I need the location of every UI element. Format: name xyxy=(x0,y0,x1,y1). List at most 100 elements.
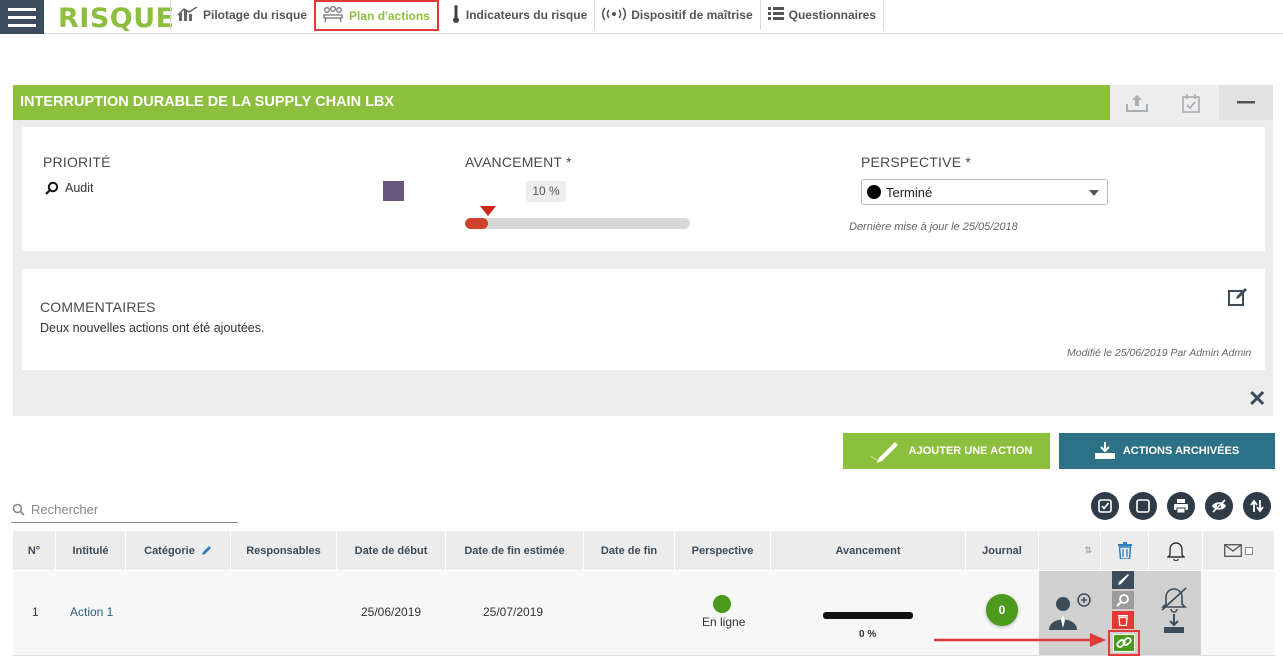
trash-icon xyxy=(1118,615,1128,626)
tab-label: Questionnaires xyxy=(788,8,876,22)
email-checkbox[interactable] xyxy=(1245,546,1253,555)
comments-modified: Modifié le 25/06/2019 Par Admin Admin xyxy=(1067,347,1252,359)
bell-icon xyxy=(1166,541,1185,561)
link-row-button[interactable] xyxy=(1113,634,1135,652)
add-user-icon xyxy=(1049,593,1091,630)
col-owners[interactable]: Responsables xyxy=(231,531,337,570)
checkbox-checked-icon xyxy=(1098,499,1112,513)
row-progress-value: 0 % xyxy=(859,629,877,640)
tab-label: Dispositif de maîtrise xyxy=(631,8,753,22)
row-start-date: 25/06/2019 xyxy=(361,605,422,619)
archived-actions-button[interactable]: ACTIONS ARCHIVÉES xyxy=(1059,433,1275,469)
upload-icon xyxy=(1126,94,1148,112)
progress-value: 10 % xyxy=(526,181,566,202)
col-journal[interactable]: Journal xyxy=(966,531,1039,570)
col-category[interactable]: Catégorie xyxy=(126,531,231,570)
progress-slider[interactable] xyxy=(465,218,690,229)
collapse-button[interactable] xyxy=(1219,85,1273,120)
app-brand: RISQUE xyxy=(58,3,175,34)
col-email[interactable] xyxy=(1203,531,1275,570)
eye-slash-icon xyxy=(1212,499,1226,513)
export-button[interactable] xyxy=(1110,85,1164,120)
row-num: 1 xyxy=(32,605,39,619)
col-estimated-end-date[interactable]: Date de fin estimée xyxy=(446,531,584,570)
progress-label: AVANCEMENT * xyxy=(465,154,572,170)
actions-table-header: N° Intitulé Catégorie Responsables Date … xyxy=(13,531,1275,570)
row-title-link[interactable]: Action 1 xyxy=(70,605,113,619)
col-perspective[interactable]: Perspective xyxy=(675,531,771,570)
col-progress[interactable]: Avancement xyxy=(771,531,966,570)
perspective-status-dot xyxy=(713,595,731,613)
tab-label: Indicateurs du risque xyxy=(465,8,588,22)
trash-icon xyxy=(1117,542,1132,559)
search-icon xyxy=(12,503,25,516)
edit-comment-button[interactable] xyxy=(1228,287,1248,312)
search-field[interactable]: Rechercher xyxy=(11,497,238,523)
pen-icon xyxy=(870,442,898,463)
close-icon[interactable]: ✕ xyxy=(1248,388,1266,410)
validate-row-button[interactable] xyxy=(1112,571,1134,589)
perspective-last-update: Dernière mise à jour le 25/05/2018 xyxy=(849,221,1018,233)
unsubscribe-alert-button[interactable] xyxy=(1160,586,1188,641)
row-estimated-end-date: 25/07/2019 xyxy=(483,605,544,619)
annotation-arrow xyxy=(934,633,1106,647)
minus-icon xyxy=(1237,100,1255,103)
list-icon xyxy=(767,7,784,23)
archive-download-icon xyxy=(1094,442,1115,459)
col-actions: ⇅ xyxy=(1039,531,1101,570)
tab-questionnaires[interactable]: Questionnaires xyxy=(761,0,884,30)
col-end-date[interactable]: Date de fin xyxy=(584,531,675,570)
tab-label: Pilotage du risque xyxy=(203,8,308,22)
deselect-all-button[interactable] xyxy=(1129,492,1157,520)
thermometer-icon xyxy=(451,4,461,27)
perspective-value: Terminé xyxy=(886,184,933,200)
perspective-select[interactable]: Terminé xyxy=(861,179,1108,205)
checkbox-empty-icon xyxy=(1136,499,1150,513)
risk-title: INTERRUPTION DURABLE DE LA SUPPLY CHAIN … xyxy=(13,85,1110,120)
col-alerts[interactable] xyxy=(1149,531,1203,570)
search-icon xyxy=(1116,593,1129,607)
magnifier-icon xyxy=(45,181,59,195)
sort-button[interactable] xyxy=(1243,492,1271,520)
col-start-date[interactable]: Date de début xyxy=(337,531,446,570)
tab-indicateurs[interactable]: Indicateurs du risque xyxy=(444,0,596,30)
top-nav-bar: RISQUE Pilotage du risque Plan d'actions… xyxy=(0,0,1283,34)
calendar-check-button[interactable] xyxy=(1164,85,1218,120)
col-title[interactable]: Intitulé xyxy=(56,531,126,570)
pencil-icon xyxy=(201,546,211,555)
link-row-highlight xyxy=(1108,630,1140,656)
sort-arrows-icon xyxy=(1250,499,1264,513)
col-delete[interactable] xyxy=(1101,531,1149,570)
search-placeholder: Rechercher xyxy=(31,502,99,517)
menu-button[interactable] xyxy=(0,0,44,34)
bar-chart-icon xyxy=(177,5,198,24)
broadcast-icon xyxy=(602,7,627,24)
edit-icon xyxy=(1228,288,1247,306)
tab-dispositif[interactable]: Dispositif de maîtrise xyxy=(595,0,761,30)
col-num[interactable]: N° xyxy=(13,531,56,570)
add-action-button[interactable]: AJOUTER UNE ACTION xyxy=(843,433,1050,469)
delete-row-button[interactable] xyxy=(1112,611,1134,629)
calendar-check-icon xyxy=(1182,93,1200,113)
module-tabs: Pilotage du risque Plan d'actions Indica… xyxy=(170,0,884,33)
chevron-down-icon xyxy=(1089,190,1099,196)
hide-columns-button[interactable] xyxy=(1205,492,1233,520)
priority-value: Audit xyxy=(45,181,94,195)
row-perspective: En ligne xyxy=(702,615,746,629)
tab-pilotage[interactable]: Pilotage du risque xyxy=(170,0,316,30)
print-button[interactable] xyxy=(1167,492,1195,520)
comments-text: Deux nouvelles actions ont été ajoutées. xyxy=(40,321,265,335)
journal-badge[interactable]: 0 xyxy=(986,594,1018,626)
brush-check-icon xyxy=(1118,574,1129,585)
people-meeting-icon xyxy=(322,6,344,25)
view-row-button[interactable] xyxy=(1112,591,1134,609)
progress-slider-handle[interactable] xyxy=(479,206,496,216)
risk-header: INTERRUPTION DURABLE DE LA SUPPLY CHAIN … xyxy=(13,85,1273,120)
tab-label: Plan d'actions xyxy=(349,8,430,23)
tab-plan-actions[interactable]: Plan d'actions xyxy=(314,0,439,31)
select-all-button[interactable] xyxy=(1091,492,1119,520)
status-dot-icon xyxy=(867,185,881,199)
link-icon xyxy=(1116,637,1132,648)
perspective-label: PERSPECTIVE * xyxy=(861,154,971,170)
bell-off-icon xyxy=(1161,587,1187,633)
